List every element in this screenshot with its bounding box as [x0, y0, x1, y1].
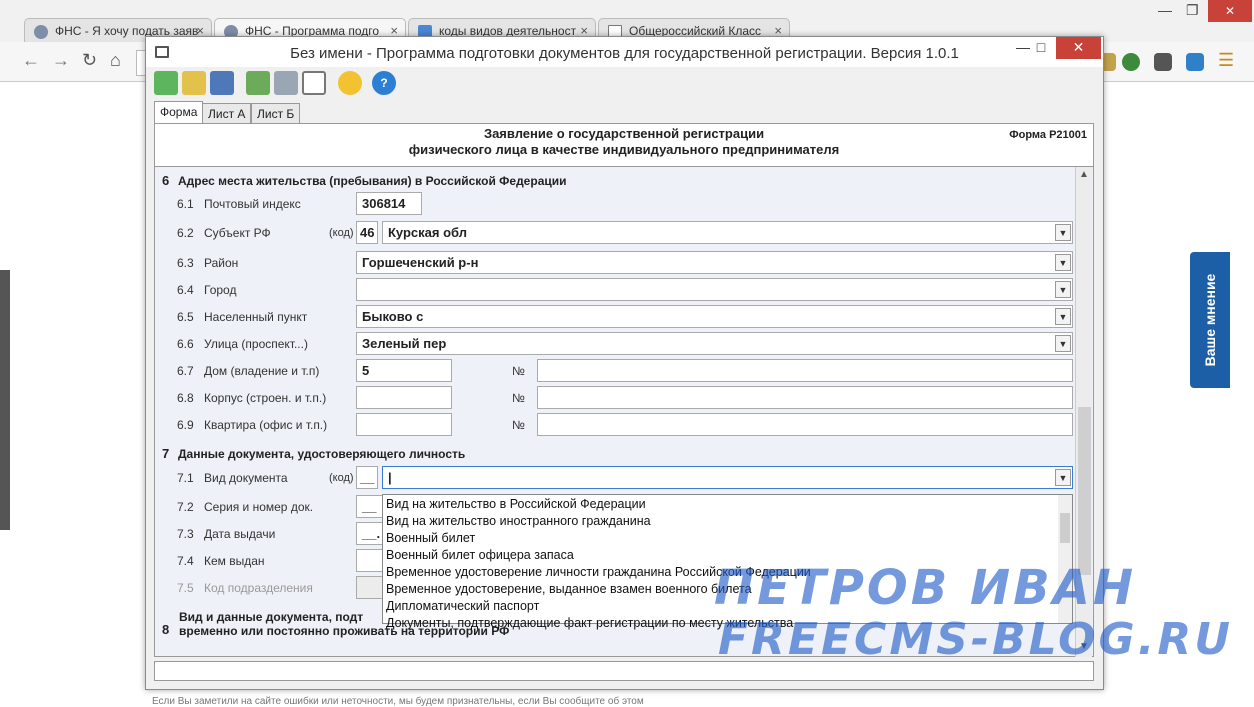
- extension-camera-icon[interactable]: [1154, 53, 1172, 71]
- extension-sync-icon[interactable]: [1186, 53, 1204, 71]
- reload-icon[interactable]: ↻: [82, 50, 97, 71]
- app-title: Без имени - Программа подготовки докумен…: [290, 45, 959, 62]
- house-number-input[interactable]: [537, 359, 1073, 382]
- apartment-input[interactable]: [356, 413, 452, 436]
- label-6-1: 6.1 Почтовый индекс: [177, 197, 301, 211]
- save-icon[interactable]: [210, 71, 234, 95]
- district-combobox[interactable]: Горшеченский р-н ▼: [356, 251, 1073, 274]
- dropdown-option[interactable]: Временное удостоверение, выданное взамен…: [386, 582, 752, 596]
- label-7-5: 7.5 Код подразделения: [177, 581, 313, 595]
- app-close-button[interactable]: ✕: [1056, 37, 1101, 59]
- feedback-label: Ваше мнение: [1202, 273, 1218, 367]
- building-number-input[interactable]: [537, 386, 1073, 409]
- back-arrow-icon[interactable]: ←: [22, 50, 40, 71]
- chevron-down-icon[interactable]: ▼: [1055, 281, 1071, 298]
- label-6-5: 6.5 Населенный пункт: [177, 310, 308, 324]
- watermark-line2: FREECMS-BLOG.RU: [718, 614, 1233, 665]
- dropdown-option[interactable]: Военный билет: [386, 531, 475, 545]
- locality-combobox[interactable]: Быково с ▼: [356, 305, 1073, 328]
- dropdown-option[interactable]: Военный билет офицера запаса: [386, 548, 574, 562]
- app-maximize-button[interactable]: □: [1026, 37, 1056, 59]
- label-6-9: 6.9 Квартира (офис и т.п.): [177, 418, 328, 432]
- dropdown-option[interactable]: Вид на жительство иностранного гражданин…: [386, 514, 651, 528]
- menu-icon[interactable]: ☰: [1218, 50, 1234, 71]
- watermark-line1: ПЕТРОВ ИВАН: [714, 560, 1137, 616]
- print-icon[interactable]: [274, 71, 298, 95]
- region-combobox[interactable]: Курская обл ▼: [382, 221, 1073, 244]
- number-sign: №: [512, 391, 525, 405]
- help-icon[interactable]: ?: [372, 71, 396, 95]
- apartment-number-input[interactable]: [537, 413, 1073, 436]
- postal-code-input[interactable]: 306814: [356, 192, 422, 215]
- label-6-2: 6.2 Субъект РФ: [177, 226, 271, 240]
- city-combobox[interactable]: ▼: [356, 278, 1073, 301]
- open-folder-icon[interactable]: [182, 71, 206, 95]
- section-7-title: 7 Данные документа, удостоверяющего лично…: [162, 446, 466, 461]
- chevron-down-icon[interactable]: ▼: [1055, 308, 1071, 325]
- doc-code-input[interactable]: __: [356, 466, 378, 489]
- number-sign: №: [512, 364, 525, 378]
- mail-icon[interactable]: [302, 71, 326, 95]
- label-7-3: 7.3 Дата выдачи: [177, 527, 276, 541]
- label-6-4: 6.4 Город: [177, 283, 237, 297]
- street-combobox[interactable]: Зеленый пер ▼: [356, 332, 1073, 355]
- section-6-title: 6 Адрес места жительства (пребывания) в Р…: [162, 173, 567, 188]
- doc-type-combobox[interactable]: | ▼: [382, 466, 1073, 489]
- label-7-1: 7.1 Вид документа: [177, 471, 288, 485]
- form-scroll-thumb[interactable]: [1078, 407, 1091, 575]
- new-document-icon[interactable]: [154, 71, 178, 95]
- number-sign: №: [512, 418, 525, 432]
- forward-arrow-icon[interactable]: →: [52, 50, 70, 71]
- app-titlebar: Без имени - Программа подготовки докумен…: [146, 37, 1103, 67]
- footer-note: Если Вы заметили на сайте ошибки или нет…: [152, 696, 644, 707]
- label-7-2: 7.2 Серия и номер док.: [177, 500, 314, 514]
- browser-restore-button[interactable]: ❐: [1186, 2, 1199, 19]
- settings-gear-icon[interactable]: [338, 71, 362, 95]
- label-6-7: 6.7 Дом (владение и т.п): [177, 364, 320, 378]
- chevron-down-icon[interactable]: ▼: [1055, 224, 1071, 241]
- dropdown-option[interactable]: Вид на жительство в Российской Федерации: [386, 497, 646, 511]
- region-code-input[interactable]: 46: [356, 221, 378, 244]
- fns-favicon-icon: [34, 25, 48, 39]
- chevron-down-icon[interactable]: ▼: [1055, 335, 1071, 352]
- feedback-widget[interactable]: Ваше мнение: [1190, 252, 1230, 388]
- kod-label: (код): [329, 472, 354, 484]
- chevron-down-icon[interactable]: ▼: [1055, 469, 1071, 486]
- dropdown-scroll-thumb[interactable]: [1060, 513, 1070, 543]
- kod-label: (код): [329, 227, 354, 239]
- form-code: Форма Р21001: [1009, 129, 1087, 141]
- form-header: Заявление о государственной регистрации …: [155, 124, 1093, 162]
- browser-close-button[interactable]: ✕: [1208, 0, 1252, 22]
- label-6-8: 6.8 Корпус (строен. и т.п.): [177, 391, 327, 405]
- chevron-down-icon[interactable]: ▼: [1055, 254, 1071, 271]
- house-input[interactable]: 5: [356, 359, 452, 382]
- home-icon[interactable]: ⌂: [110, 50, 121, 71]
- tab-list-a[interactable]: Лист А: [202, 103, 252, 125]
- browser-minimize-button[interactable]: —: [1158, 2, 1172, 18]
- label-7-4: 7.4 Кем выдан: [177, 554, 265, 568]
- scroll-up-icon[interactable]: ▲: [1079, 169, 1089, 180]
- form-title-line1: Заявление о государственной регистрации: [483, 126, 765, 141]
- label-6-3: 6.3 Район: [177, 256, 239, 270]
- extension-leaf-icon[interactable]: [1122, 53, 1140, 71]
- tab-forma[interactable]: Форма: [154, 101, 204, 125]
- dropdown-option[interactable]: Дипломатический паспорт: [386, 599, 539, 613]
- building-input[interactable]: [356, 386, 452, 409]
- form-title-line2: физического лица в качестве индивидуальн…: [408, 142, 840, 157]
- background-window-edge: [0, 270, 10, 530]
- export-icon[interactable]: [246, 71, 270, 95]
- tab-list-b[interactable]: Лист Б: [251, 103, 301, 125]
- label-6-6: 6.6 Улица (проспект...): [177, 337, 308, 351]
